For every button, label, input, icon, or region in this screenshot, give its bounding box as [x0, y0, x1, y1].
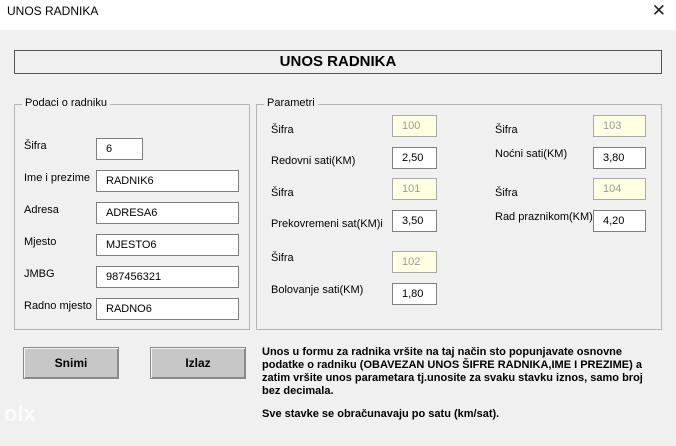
- redovni-field[interactable]: 2,50: [392, 147, 437, 169]
- praznik-field[interactable]: 4,20: [593, 210, 646, 232]
- sifra-label: Šifra: [24, 140, 47, 152]
- bolovanje-field[interactable]: 1,80: [392, 283, 437, 305]
- mjesto-field[interactable]: MJESTO6: [96, 234, 239, 256]
- redovni-label: Redovni sati(KM): [271, 155, 356, 167]
- adresa-field[interactable]: ADRESA6: [96, 202, 239, 224]
- title-bar: UNOS RADNIKA ✕: [0, 0, 676, 30]
- redovni-sifra-label: Šifra: [271, 124, 294, 136]
- nocni-sifra-field: 103: [593, 115, 646, 137]
- window-title: UNOS RADNIKA: [7, 4, 99, 18]
- jmbg-field[interactable]: 987456321: [96, 266, 239, 288]
- mjesto-label: Mjesto: [24, 236, 57, 248]
- prekovremeni-sifra-label: Šifra: [271, 187, 294, 199]
- instructions-text: Unos u formu za radnika vršite na taj na…: [262, 346, 662, 431]
- nocni-sifra-label: Šifra: [495, 124, 518, 136]
- close-icon[interactable]: ✕: [652, 1, 666, 21]
- praznik-sifra-field: 104: [593, 178, 646, 200]
- sifra-field[interactable]: 6: [96, 138, 143, 160]
- snimi-button[interactable]: Snimi: [23, 347, 119, 379]
- redovni-sifra-field: 100: [392, 115, 437, 137]
- radno-mjesto-label: Radno mjesto: [24, 300, 92, 312]
- nocni-field[interactable]: 3,80: [593, 147, 646, 169]
- radno-mjesto-field[interactable]: RADNO6: [96, 298, 239, 320]
- ime-label: Ime i prezime: [24, 172, 91, 184]
- form-header: UNOS RADNIKA: [14, 50, 662, 74]
- instructions-paragraph: Unos u formu za radnika vršite na taj na…: [262, 346, 643, 397]
- ime-prezime-field[interactable]: RADNIK6: [96, 170, 239, 192]
- instructions-note: Sve stavke se obračunavaju po satu (km/s…: [262, 408, 500, 420]
- olx-watermark-logo: olx: [4, 401, 36, 426]
- adresa-label: Adresa: [24, 204, 59, 216]
- nocni-label: Noćni sati(KM): [495, 148, 568, 160]
- izlaz-button[interactable]: Izlaz: [150, 347, 246, 379]
- praznik-sifra-label: Šifra: [495, 187, 518, 199]
- praznik-label: Rad praznikom(KM): [495, 211, 593, 223]
- podaci-legend: Podaci o radniku: [22, 97, 110, 109]
- prekovremeni-sifra-field: 101: [392, 178, 437, 200]
- bolovanje-sifra-label: Šifra: [271, 252, 294, 264]
- jmbg-label: JMBG: [24, 268, 55, 280]
- prekovremeni-label: Prekovremeni sat(KM)i: [271, 218, 383, 230]
- parametri-legend: Parametri: [264, 97, 318, 109]
- prekovremeni-field[interactable]: 3,50: [392, 210, 437, 232]
- bolovanje-sifra-field: 102: [392, 251, 437, 273]
- bolovanje-label: Bolovanje sati(KM): [271, 284, 364, 296]
